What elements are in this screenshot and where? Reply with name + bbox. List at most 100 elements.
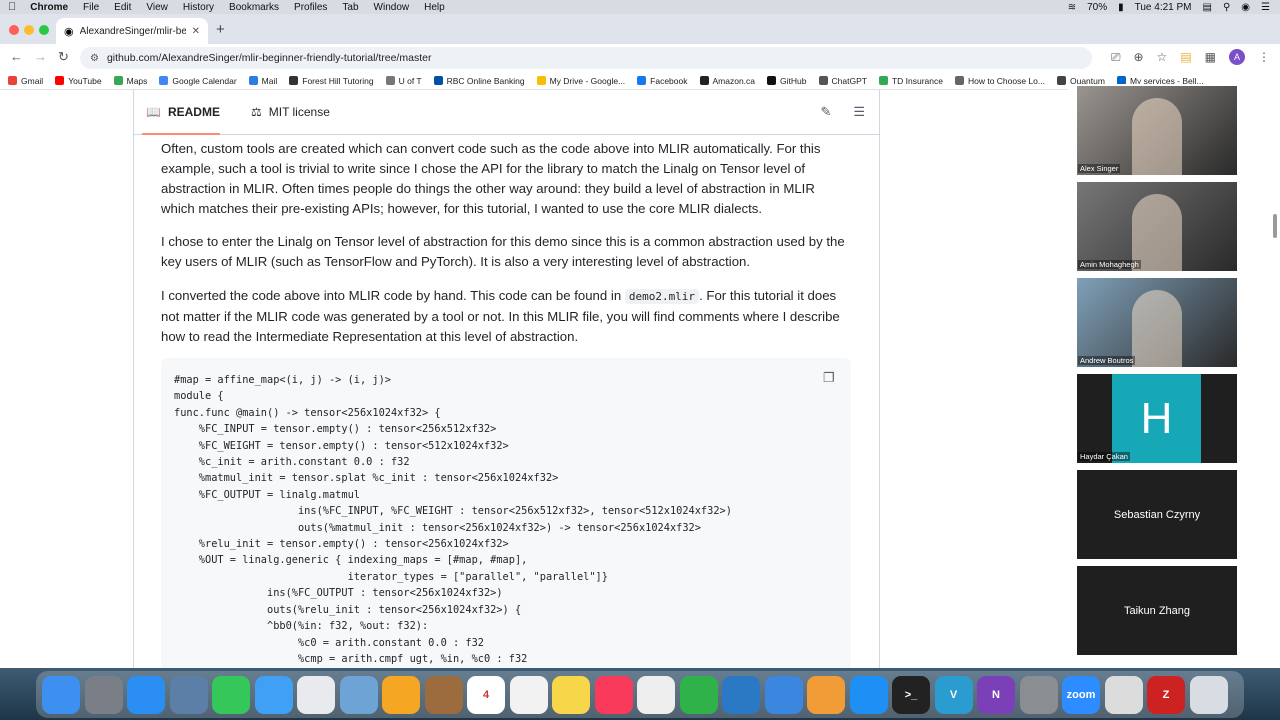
menu-chrome[interactable]: Chrome — [30, 2, 68, 13]
bookmark-item[interactable]: Forest Hill Tutoring — [289, 76, 374, 86]
textedit-icon[interactable] — [637, 675, 675, 714]
bookmark-item[interactable]: GitHub — [767, 76, 807, 86]
bookmark-item[interactable]: ChatGPT — [818, 76, 867, 86]
battery-icon[interactable]: ▮ — [1118, 2, 1124, 13]
trash-icon[interactable] — [1189, 675, 1228, 714]
menu-bookmarks[interactable]: Bookmarks — [229, 2, 279, 13]
photo-app-icon[interactable] — [169, 675, 208, 714]
reminders-icon[interactable] — [509, 675, 548, 714]
github-icon: ◉ — [64, 25, 74, 38]
bookmark-item[interactable]: YouTube — [55, 76, 102, 86]
onenote-icon[interactable]: N — [977, 675, 1015, 714]
app-z-icon[interactable]: Z — [1147, 675, 1185, 714]
terminal-icon[interactable]: >_ — [892, 675, 930, 714]
settings-icon[interactable] — [1019, 675, 1058, 714]
menu-help[interactable]: Help — [424, 2, 445, 13]
page-scrollbar[interactable] — [1273, 214, 1277, 238]
photos-icon[interactable] — [382, 675, 420, 714]
notes-icon[interactable] — [552, 675, 590, 714]
participant-tile[interactable]: Alex Singer — [1077, 86, 1237, 175]
browser-tab[interactable]: ◉ AlexandreSinger/mlir-beginne ✕ — [56, 18, 208, 44]
menu-edit[interactable]: Edit — [114, 2, 131, 13]
copy-icon[interactable]: ❐ — [823, 370, 839, 386]
site-settings-icon[interactable]: ⚙ — [90, 53, 99, 64]
bookmark-item[interactable]: My Drive - Google... — [536, 76, 625, 86]
menu-view[interactable]: View — [146, 2, 168, 13]
outline-list-icon[interactable]: ☰ — [853, 104, 865, 120]
bookmark-item[interactable]: Amazon.ca — [699, 76, 755, 86]
vivado-icon[interactable]: V — [934, 675, 973, 714]
bookmark-item[interactable]: TD Insurance — [878, 76, 943, 86]
participant-tile[interactable]: Taikun Zhang — [1077, 566, 1237, 655]
tab-strip: ◉ AlexandreSinger/mlir-beginne ✕ + — [0, 14, 1280, 44]
notebook-icon[interactable] — [424, 675, 463, 714]
participant-tile[interactable]: Andrew Boutros — [1077, 278, 1237, 367]
apple-icon[interactable]:  — [8, 1, 16, 13]
extensions-icon[interactable]: ▦ — [1205, 50, 1216, 64]
bookmark-star-icon[interactable]: ☆ — [1157, 50, 1168, 64]
spotlight-icon[interactable]: ⚲ — [1223, 2, 1230, 13]
facetime-icon[interactable] — [212, 675, 250, 714]
numbers-icon[interactable] — [679, 675, 718, 714]
mac-dock: 4 >_ V Nzoom Z — [36, 671, 1244, 718]
back-icon[interactable]: ← — [10, 49, 23, 64]
close-tab-icon[interactable]: ✕ — [192, 26, 200, 37]
preview-icon[interactable] — [339, 675, 378, 714]
keynote-icon[interactable] — [764, 675, 803, 714]
menu-window[interactable]: Window — [374, 2, 410, 13]
music-icon[interactable] — [594, 675, 633, 714]
code-line: %FC_OUTPUT = linalg.matmul — [174, 488, 360, 501]
calendar-icon[interactable]: 4 — [467, 675, 505, 714]
siri-icon[interactable]: ◉ — [1241, 2, 1250, 13]
control-center-icon[interactable]: ▤ — [1203, 2, 1212, 13]
bookmark-item[interactable]: How to Choose Lo... — [954, 76, 1045, 86]
appstore-icon[interactable] — [849, 675, 888, 714]
new-tab-icon[interactable]: + — [216, 21, 225, 38]
bookmark-item[interactable]: Mail — [248, 75, 278, 86]
chrome-menu-icon[interactable]: ⋮ — [1258, 50, 1270, 64]
address-bar[interactable]: ⚙ github.com/AlexandreSinger/mlir-beginn… — [80, 47, 1092, 69]
profile-avatar[interactable]: A — [1229, 49, 1245, 65]
zoom-icon[interactable]: zoom — [1062, 675, 1100, 714]
participant-tile[interactable]: Sebastian Czyrny — [1077, 470, 1237, 559]
folder-icon[interactable]: ▤ — [1180, 50, 1191, 64]
pages-icon[interactable] — [807, 675, 845, 714]
safari-icon[interactable] — [127, 675, 165, 714]
forward-icon[interactable]: → — [34, 49, 47, 64]
install-app-icon[interactable]: ⎚ — [1111, 50, 1121, 65]
minimize-window-button[interactable] — [24, 25, 34, 35]
notification-icon[interactable]: ☰ — [1261, 2, 1270, 13]
bookmark-label: Mail — [261, 75, 278, 86]
participant-tile[interactable]: Amin Mohaghegh — [1077, 182, 1237, 271]
menu-tab[interactable]: Tab — [342, 2, 358, 13]
bookmark-label: Gmail — [21, 75, 44, 86]
remote-desktop-icon[interactable] — [1104, 675, 1143, 714]
bookmark-item[interactable]: Google Calendar — [159, 76, 237, 86]
zoom-lens-icon[interactable]: ⊕ — [1133, 50, 1143, 64]
menu-file[interactable]: File — [83, 2, 99, 13]
bookmark-item[interactable]: Maps — [113, 76, 147, 86]
bookmark-item[interactable]: Gmail — [8, 76, 43, 86]
edit-pencil-icon[interactable]: ✎ — [820, 104, 831, 120]
vscode-icon[interactable] — [722, 675, 760, 714]
close-window-button[interactable] — [9, 25, 19, 35]
reload-icon[interactable]: ↻ — [58, 49, 69, 65]
bookmark-item[interactable]: RBC Online Banking — [433, 76, 525, 86]
participant-name: Haydar Çakan — [1078, 452, 1130, 461]
tab-readme[interactable]: 📖 README — [146, 105, 227, 119]
bookmark-item[interactable]: U of T — [385, 76, 422, 86]
menu-history[interactable]: History — [183, 2, 214, 13]
status-area: ≋ 70% ▮ Tue 4:21 PM ▤ ⚲ ◉ ☰ — [1068, 0, 1270, 14]
bookmark-favicon-icon — [954, 76, 964, 85]
wifi-icon[interactable]: ≋ — [1068, 2, 1076, 13]
zoom-window-button[interactable] — [39, 25, 49, 35]
chrome-icon[interactable] — [297, 675, 335, 714]
messages-icon[interactable] — [254, 675, 293, 714]
finder-icon[interactable] — [42, 675, 80, 714]
bookmark-item[interactable]: Facebook — [637, 76, 688, 86]
participant-tile[interactable]: H Haydar Çakan — [1077, 374, 1237, 463]
clock[interactable]: Tue 4:21 PM — [1135, 2, 1192, 13]
tab-license[interactable]: ⚖ MIT license — [251, 105, 330, 119]
launchpad-icon[interactable] — [84, 675, 123, 714]
menu-profiles[interactable]: Profiles — [294, 2, 327, 13]
